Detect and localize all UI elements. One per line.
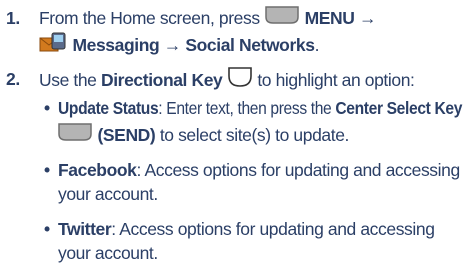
arrow-glyph: →	[163, 35, 182, 56]
step-1-text: From the Home screen, press	[39, 8, 260, 29]
social-networks-label: Social Networks	[185, 35, 315, 56]
option-facebook-line-1: Facebook: Access options for updating an…	[58, 159, 460, 181]
step-2-line-1: Use the Directional Key to highlight an …	[39, 66, 415, 95]
messaging-icon	[38, 31, 68, 58]
facebook-text: Access options for updating and accessin…	[144, 160, 460, 180]
send-label: (SEND)	[97, 125, 156, 146]
option-twitter-line-1: Twitter: Access options for updating and…	[58, 218, 435, 240]
option-update-status-line-1: Update Status: Enter text, then press th…	[58, 97, 462, 119]
bullet: •	[44, 98, 50, 118]
facebook-label: Facebook	[58, 160, 137, 180]
step-1-line-1: From the Home screen, press MENU →	[39, 5, 377, 32]
twitter-label: Twitter	[58, 219, 112, 239]
menu-key-icon	[264, 5, 300, 30]
step-2-text-post: to highlight an option:	[252, 70, 415, 91]
directional-key-label: Directional Key	[100, 70, 223, 91]
bullet: •	[44, 219, 50, 239]
messaging-label: Messaging	[72, 35, 160, 56]
step-2-number: 2.	[6, 69, 20, 89]
update-status-label: Update Status	[58, 98, 159, 118]
update-status-text-2: to select site(s) to update.	[155, 125, 350, 146]
step-1-line-2: Messaging → Social Networks.	[38, 31, 320, 60]
option-twitter-line-2: your account.	[58, 242, 158, 264]
menu-label: MENU	[304, 8, 355, 29]
directional-key-icon	[227, 66, 253, 93]
center-select-key-label: Center Select Key	[335, 98, 463, 118]
twitter-text: Access options for updating and accessin…	[119, 219, 435, 239]
arrow-glyph: →	[359, 8, 377, 29]
update-status-text: Enter text, then press the	[166, 98, 336, 118]
bullet: •	[44, 160, 50, 180]
twitter-text-2: your account.	[58, 243, 158, 263]
option-update-status-line-2: (SEND) to select site(s) to update.	[57, 122, 350, 149]
step-2-text-pre: Use the	[39, 70, 101, 91]
option-facebook-line-2: your account.	[58, 183, 158, 205]
period: .	[314, 35, 320, 56]
step-1-number: 1.	[6, 8, 20, 28]
facebook-text-2: your account.	[58, 184, 158, 204]
center-select-key-icon	[57, 122, 93, 147]
